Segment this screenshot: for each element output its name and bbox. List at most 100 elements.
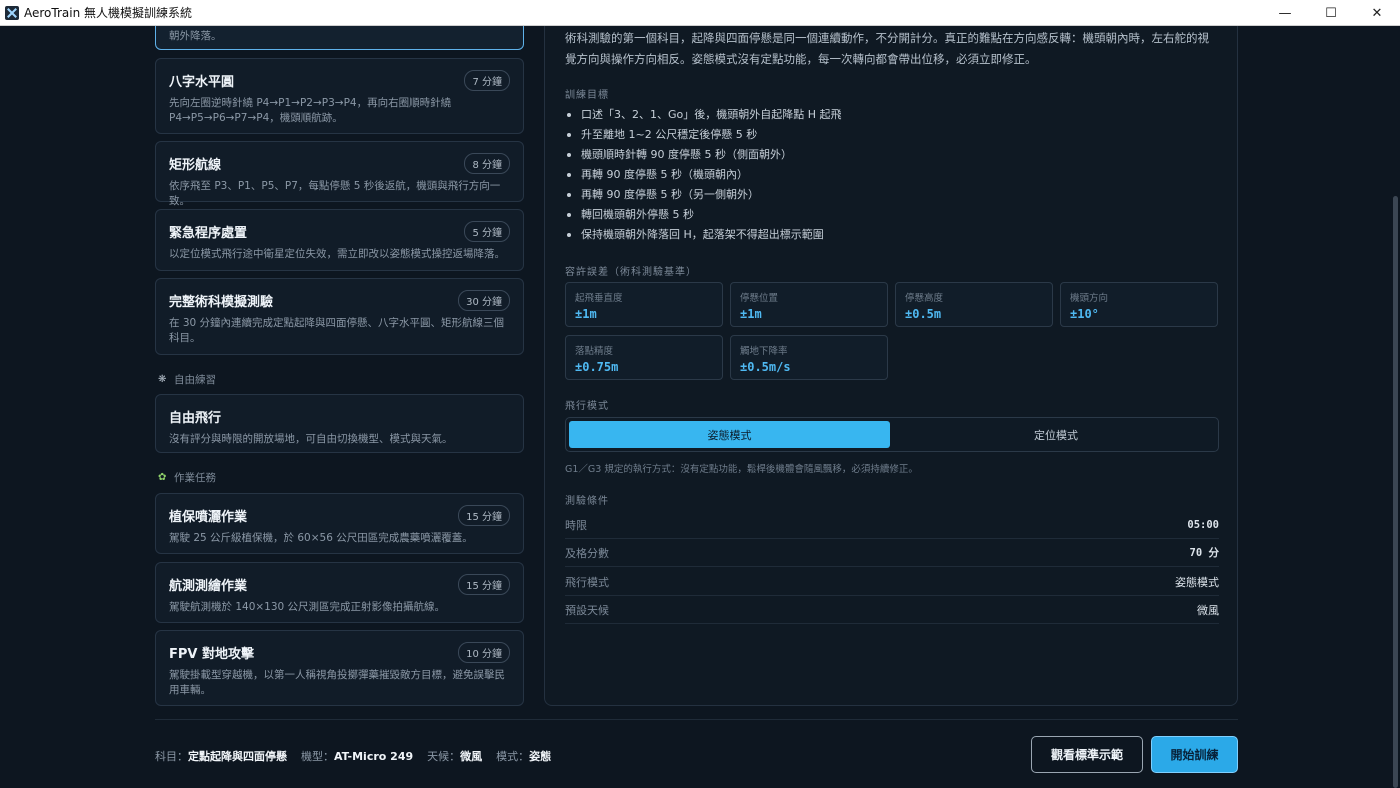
condition-value: 05:00 xyxy=(1187,518,1219,531)
lesson-desc: 以定位模式飛行途中衛星定位失效，需立即改以姿態模式操控返場降落。 xyxy=(169,248,505,260)
status-weather-value: 微風 xyxy=(460,750,483,763)
goal-item: 再轉 90 度停懸 5 秒（機頭朝內） xyxy=(565,165,1215,185)
condition-value: 姿態模式 xyxy=(1175,575,1219,589)
lesson-desc: 在 30 分鐘內連續完成定點起降與四面停懸、八字水平圓、矩形航線三個科目。 xyxy=(169,317,505,344)
status-subject: 科目：定點起降與四面停懸 xyxy=(155,748,287,764)
condition-key: 時限 xyxy=(565,518,587,532)
goals-heading: 訓練目標 xyxy=(565,90,609,101)
drone-icon: ❋ xyxy=(158,373,167,385)
status-mode-value: 姿態 xyxy=(529,750,552,763)
tolerance-label: 停懸位置 xyxy=(740,293,779,304)
tolerance-value: ±0.75m xyxy=(575,360,619,374)
goal-item: 升至離地 1~2 公尺穩定後停懸 5 秒 xyxy=(565,125,1215,145)
tolerance-value: ±10° xyxy=(1070,307,1099,321)
window-controls: — ☐ ✕ xyxy=(1262,0,1400,26)
status-subject-label: 科目： xyxy=(155,750,188,763)
condition-row: 時限 05:00 xyxy=(565,511,1219,539)
tolerance-value: ±1m xyxy=(575,307,597,321)
flight-mode-toggle: 姿態模式 定位模式 xyxy=(565,417,1219,452)
watch-demo-button[interactable]: 觀看標準示範 xyxy=(1031,736,1143,773)
status-summary: 科目：定點起降與四面停懸 機型：AT-Micro 249 天候：微風 模式：姿態 xyxy=(155,748,551,764)
lesson-card[interactable]: 自由飛行 沒有評分與時限的開放場地，可自由切換機型、模式與天氣。 xyxy=(155,394,524,453)
tolerance-card: 起飛垂直度 ±1m xyxy=(565,282,723,327)
lesson-title: 自由飛行 xyxy=(169,411,222,426)
lesson-desc: 駕駛 25 公斤級植保機，於 60×56 公尺田區完成農藥噴灑覆蓋。 xyxy=(169,532,473,544)
lesson-title: 緊急程序處置 xyxy=(169,226,248,241)
tolerance-card: 停懸高度 ±0.5m xyxy=(895,282,1053,327)
tolerance-label: 落點精度 xyxy=(575,346,614,357)
mode-position-option[interactable]: 定位模式 xyxy=(896,421,1216,448)
goal-item: 轉回機頭朝外停懸 5 秒 xyxy=(565,205,1215,225)
lesson-card-active[interactable]: 朝外降落。 xyxy=(155,26,524,50)
lesson-card[interactable]: 航測測繪作業 15 分鐘 駕駛航測機於 140×130 公尺測區完成正射影像拍攝… xyxy=(155,562,524,623)
status-subject-value: 定點起降與四面停懸 xyxy=(188,750,287,763)
condition-row: 飛行模式 姿態模式 xyxy=(565,568,1219,596)
lesson-desc: 朝外降落。 xyxy=(169,30,222,42)
status-model-label: 機型： xyxy=(301,750,334,763)
tolerance-value: ±0.5m xyxy=(905,307,942,321)
start-training-button[interactable]: 開始訓練 xyxy=(1151,736,1238,773)
tolerance-value: ±1m xyxy=(740,307,762,321)
flight-mode-heading: 飛行模式 xyxy=(565,401,609,412)
minimize-icon[interactable]: — xyxy=(1262,0,1308,26)
divider xyxy=(155,719,1238,720)
flight-mode-note: G1／G3 規定的執行方式：沒有定點功能，鬆桿後機體會隨風飄移，必須持續修正。 xyxy=(565,464,918,475)
tolerance-card: 落點精度 ±0.75m xyxy=(565,335,723,380)
tolerance-value: ±0.5m/s xyxy=(740,360,791,374)
scrollbar-track[interactable] xyxy=(1390,26,1400,788)
section-free-practice: ❋ 自由練習 xyxy=(158,372,216,387)
tolerance-label: 停懸高度 xyxy=(905,293,944,304)
duration-badge: 10 分鐘 xyxy=(458,642,510,663)
goal-item: 機頭順時針轉 90 度停懸 5 秒（側面朝外） xyxy=(565,145,1215,165)
lesson-card[interactable]: 植保噴灑作業 15 分鐘 駕駛 25 公斤級植保機，於 60×56 公尺田區完成… xyxy=(155,493,524,554)
tolerance-card: 停懸位置 ±1m xyxy=(730,282,888,327)
status-weather: 天候：微風 xyxy=(427,748,482,764)
tolerance-label: 起飛垂直度 xyxy=(575,293,623,304)
lesson-card[interactable]: FPV 對地攻擊 10 分鐘 駕駛掛載型穿越機，以第一人稱視角投擲彈藥摧毀敵方目… xyxy=(155,630,524,706)
goals-list: 口述「3、2、1、Go」後，機頭朝外自起降點 H 起飛 升至離地 1~2 公尺穩… xyxy=(565,105,1215,245)
tolerance-heading: 容許誤差（術科測驗基準） xyxy=(565,267,697,278)
tolerance-label: 觸地下降率 xyxy=(740,346,788,357)
lesson-intro: 術科測驗的第一個科目，起降與四面停懸是同一個連續動作，不分開計分。真正的難點在方… xyxy=(565,31,1209,66)
maximize-icon[interactable]: ☐ xyxy=(1308,0,1354,26)
scrollbar-thumb[interactable] xyxy=(1393,196,1398,788)
lesson-detail-panel: 術科測驗的第一個科目，起降與四面停懸是同一個連續動作，不分開計分。真正的難點在方… xyxy=(544,26,1238,706)
lesson-desc: 依序飛至 P3、P1、P5、P7，每點停懸 5 秒後返航，機頭與飛行方向一致。 xyxy=(169,180,501,207)
lesson-title: 八字水平圓 xyxy=(169,75,235,90)
conditions-heading: 測驗條件 xyxy=(565,496,609,507)
duration-badge: 5 分鐘 xyxy=(464,221,510,242)
duration-badge: 30 分鐘 xyxy=(458,290,510,311)
condition-key: 預設天候 xyxy=(565,603,609,617)
goal-item: 保持機頭朝外降落回 H，起落架不得超出標示範圍 xyxy=(565,225,1215,245)
duration-badge: 8 分鐘 xyxy=(464,153,510,174)
status-mode-label: 模式： xyxy=(496,750,530,763)
goal-item: 口述「3、2、1、Go」後，機頭朝外自起降點 H 起飛 xyxy=(565,105,1215,125)
lesson-card[interactable]: 矩形航線 8 分鐘 依序飛至 P3、P1、P5、P7，每點停懸 5 秒後返航，機… xyxy=(155,141,524,207)
lesson-card[interactable]: 八字水平圓 7 分鐘 先向左圈逆時針繞 P4→P1→P2→P3→P4，再向右圈順… xyxy=(155,58,524,134)
condition-key: 及格分數 xyxy=(565,546,609,560)
status-model: 機型：AT-Micro 249 xyxy=(301,748,413,764)
sprout-icon: ✿ xyxy=(158,471,167,483)
lesson-list: 朝外降落。 八字水平圓 7 分鐘 先向左圈逆時針繞 P4→P1→P2→P3→P4… xyxy=(155,26,525,710)
section-missions: ✿ 作業任務 xyxy=(158,470,216,485)
app-logo-icon xyxy=(5,5,19,20)
title-bar: AeroTrain 無人機模擬訓練系統 — ☐ ✕ xyxy=(0,0,1400,26)
lesson-desc: 沒有評分與時限的開放場地，可自由切換機型、模式與天氣。 xyxy=(169,433,453,445)
lesson-card[interactable]: 緊急程序處置 5 分鐘 以定位模式飛行途中衛星定位失效，需立即改以姿態模式操控返… xyxy=(155,209,524,271)
status-weather-label: 天候： xyxy=(427,750,461,763)
status-mode: 模式：姿態 xyxy=(496,748,551,764)
tolerance-label: 機頭方向 xyxy=(1070,293,1109,304)
duration-badge: 7 分鐘 xyxy=(464,70,510,91)
lesson-card[interactable]: 完整術科模擬測驗 30 分鐘 在 30 分鐘內連續完成定點起降與四面停懸、八字水… xyxy=(155,278,524,355)
condition-value: 70 分 xyxy=(1189,547,1219,559)
lesson-desc: 先向左圈逆時針繞 P4→P1→P2→P3→P4，再向右圈順時針繞 P4→P5→P… xyxy=(169,97,452,124)
lesson-desc: 駕駛航測機於 140×130 公尺測區完成正射影像拍攝航線。 xyxy=(169,601,446,613)
duration-badge: 15 分鐘 xyxy=(458,574,510,595)
close-icon[interactable]: ✕ xyxy=(1354,0,1400,26)
status-model-value: AT-Micro 249 xyxy=(334,750,414,763)
section-label: 作業任務 xyxy=(174,472,216,484)
condition-value: 微風 xyxy=(1197,603,1219,617)
duration-badge: 15 分鐘 xyxy=(458,505,510,526)
mode-attitude-option[interactable]: 姿態模式 xyxy=(569,421,890,448)
lesson-desc: 駕駛掛載型穿越機，以第一人稱視角投擲彈藥摧毀敵方目標，避免誤擊民用車輛。 xyxy=(169,669,505,696)
